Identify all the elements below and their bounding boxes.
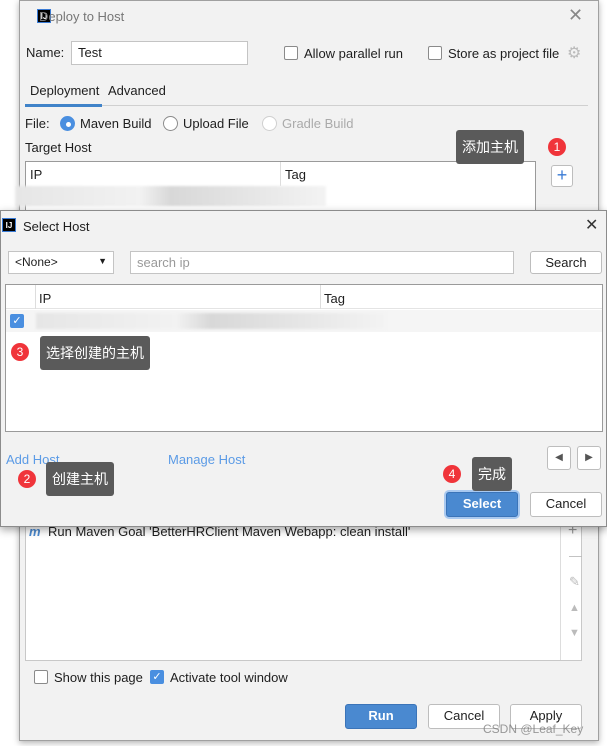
column-tag: Tag [324,291,345,306]
move-down-icon[interactable]: ▼ [569,627,580,639]
table-row[interactable]: ✓ [6,310,602,332]
gradle-build-radio [262,116,277,131]
maven-build-label: Maven Build [80,116,152,131]
watermark: CSDN @Leaf_Key [483,722,584,736]
name-input[interactable]: Test [71,41,248,65]
annotation-badge-3: 3 [11,343,29,361]
search-button[interactable]: Search [530,251,602,274]
target-host-label: Target Host [25,140,92,155]
file-label: File: [25,116,50,131]
prev-page-button[interactable]: ◀ [547,446,571,470]
filter-value: <None> [15,255,58,269]
blurred-host-row [36,313,386,329]
store-project-checkbox[interactable] [428,46,442,60]
tab-divider [25,105,588,106]
allow-parallel-label: Allow parallel run [304,46,403,61]
manage-host-link[interactable]: Manage Host [168,452,245,467]
column-tag: Tag [285,167,306,182]
intellij-logo-icon: IJ [2,218,16,232]
allow-parallel-checkbox[interactable] [284,46,298,60]
activate-tool-checkbox[interactable]: ✓ [150,670,164,684]
upload-file-label: Upload File [183,116,249,131]
tab-advanced[interactable]: Advanced [108,83,166,98]
dialog-title: Select Host [23,219,90,234]
search-input[interactable]: search ip [130,251,514,274]
table-header [6,285,602,309]
show-page-checkbox[interactable] [34,670,48,684]
row-checkbox[interactable]: ✓ [10,314,24,328]
annotation-tooltip-2: 创建主机 [46,462,114,496]
close-icon[interactable]: ✕ [568,5,583,26]
store-project-label: Store as project file [448,46,560,61]
dialog-title: Deploy to Host [39,9,125,24]
next-page-button[interactable]: ▶ [577,446,601,470]
move-up-icon[interactable]: ▲ [569,602,580,614]
column-divider [320,285,321,309]
edit-icon[interactable]: ✎ [569,574,580,590]
gear-icon[interactable]: ⚙ [567,43,581,63]
show-page-label: Show this page [54,670,143,685]
gradle-build-label: Gradle Build [282,116,354,131]
before-launch-list: m Run Maven Goal 'BetterHRClient Maven W… [25,521,582,661]
active-tab-indicator [25,104,102,107]
annotation-badge-4: 4 [443,465,461,483]
annotation-badge-1: 1 [548,138,566,156]
remove-icon[interactable]: — [569,548,582,563]
toolbar-divider [560,522,561,660]
cancel-button[interactable]: Cancel [530,492,602,517]
column-divider [280,162,281,186]
filter-dropdown[interactable]: <None> ▼ [8,251,114,274]
annotation-tooltip-3: 选择创建的主机 [40,336,150,370]
column-ip: IP [39,291,52,306]
tab-deployment[interactable]: Deployment [30,83,99,98]
annotation-tooltip-1: 添加主机 [456,130,524,164]
upload-file-radio[interactable] [163,116,178,131]
run-button[interactable]: Run [345,704,417,729]
select-button[interactable]: Select [446,492,518,517]
blurred-host-row[interactable] [16,186,326,206]
add-host-plus-button[interactable]: + [551,165,573,187]
maven-build-radio[interactable] [60,116,75,131]
annotation-tooltip-4: 完成 [472,457,512,491]
chevron-down-icon: ▼ [98,256,107,266]
annotation-badge-2: 2 [18,470,36,488]
activate-tool-label: Activate tool window [170,670,288,685]
close-icon[interactable]: ✕ [585,215,598,235]
column-divider [35,285,36,309]
column-ip: IP [30,167,43,182]
name-label: Name: [26,45,65,60]
